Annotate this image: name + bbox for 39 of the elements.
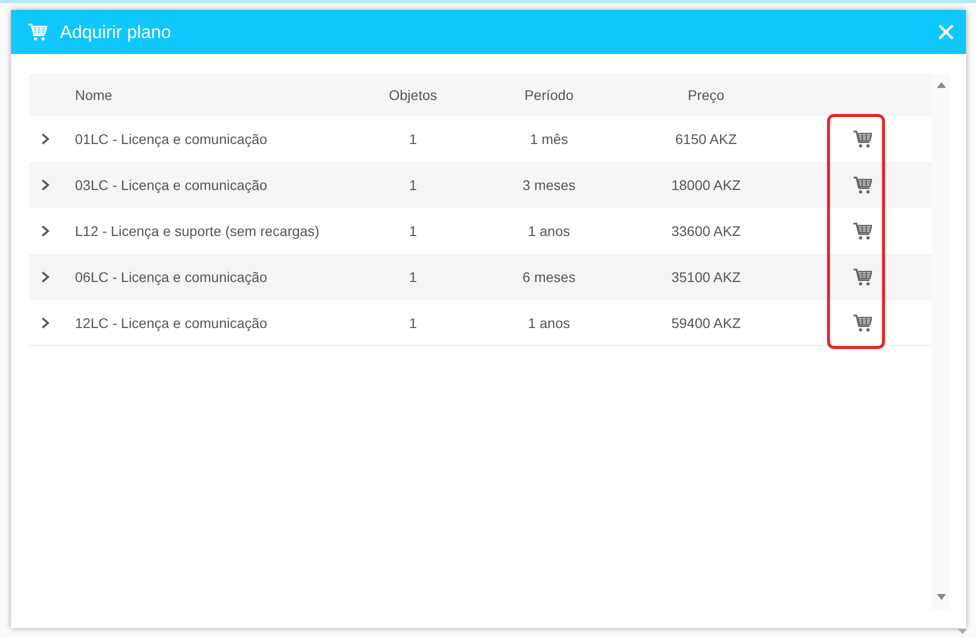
column-header: Preço (686, 87, 726, 103)
table-cell-text: 06LC - Licença e comunicação (75, 269, 268, 285)
column-header: Período (523, 87, 575, 103)
chevron-icon[interactable] (41, 271, 50, 283)
table-cell-text: 12LC - Licença e comunicação (75, 314, 268, 330)
cart-icon (28, 23, 47, 41)
table-cell-text: 1 mês (528, 131, 570, 147)
cart-icon[interactable] (853, 268, 872, 286)
table-cell-text: 1 anos (526, 314, 572, 330)
chevron-icon[interactable] (41, 179, 50, 191)
table-cell-text: 01LC - Licença e comunicação (75, 131, 268, 147)
cart-icon[interactable] (853, 176, 872, 194)
cart-icon[interactable] (853, 222, 872, 240)
table-cell-text: 18000 AKZ (670, 177, 742, 193)
table-cell-text: 03LC - Licença e comunicação (75, 177, 268, 193)
scroll-down-icon[interactable] (936, 594, 946, 600)
table-cell-text: 1 (408, 177, 418, 193)
table-cell-text: 35100 AKZ (670, 269, 742, 285)
table-cell-text: L12 - Licença e suporte (sem recargas) (75, 223, 320, 239)
table-cell-text: 1 anos (526, 223, 572, 239)
chevron-icon[interactable] (41, 316, 50, 328)
chevron-icon[interactable] (41, 225, 50, 237)
chevron-icon[interactable] (41, 133, 50, 145)
column-header: Nome (75, 87, 114, 103)
table-cell-text: 1 (408, 223, 418, 239)
table-cell-text: 59400 AKZ (670, 314, 742, 330)
scroll-up-icon[interactable] (936, 82, 946, 88)
cart-icon[interactable] (853, 314, 872, 332)
table-cell-text: 6 meses (522, 269, 576, 285)
table-cell-text: 1 (408, 314, 418, 330)
cart-icon[interactable] (853, 130, 872, 148)
scrollbar[interactable] (932, 74, 950, 610)
dialog-title: Adquirir plano (60, 22, 172, 42)
column-header: Objetos (388, 87, 438, 103)
table-cell-text: 6150 AKZ (674, 131, 738, 147)
table-cell-text: 33600 AKZ (670, 223, 742, 239)
table-cell-text: 1 (408, 269, 418, 285)
table-cell-text: 1 (408, 131, 418, 147)
table-cell-text: 3 meses (522, 177, 576, 193)
